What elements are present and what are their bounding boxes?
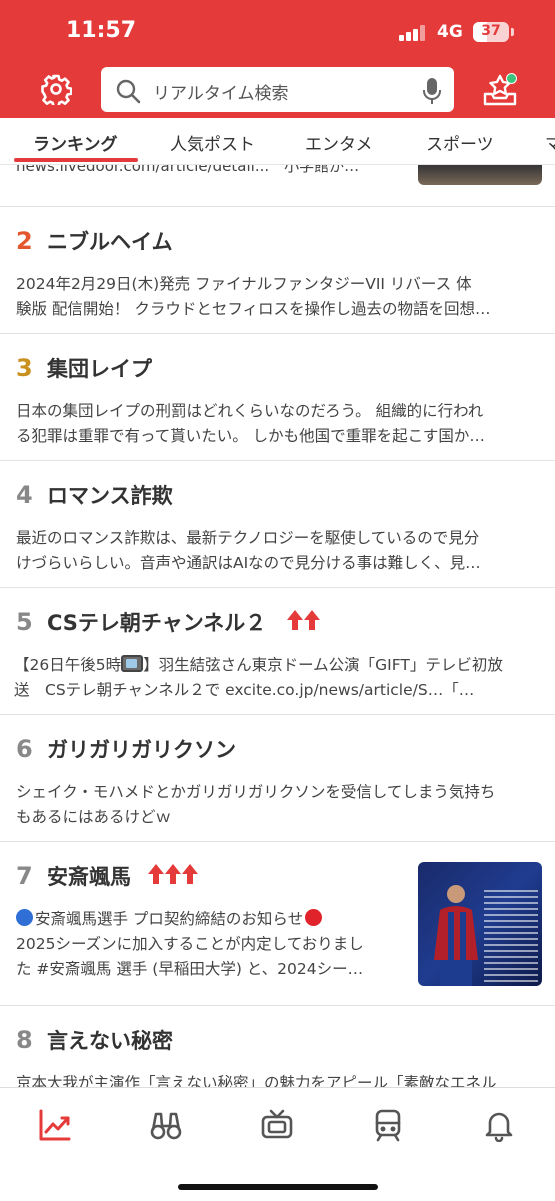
trend-title: ニブルヘイム (47, 230, 173, 254)
item-snippet: シェイク・モハメドとかガリガリガリクソンを受信してしまう気持ち もあるにはあるけ… (16, 783, 496, 826)
item-snippet: 2024年2月29日(木)発売 ファイナルファンタジーVII リバース 体 験版… (16, 275, 491, 318)
active-tab-indicator (14, 158, 138, 162)
list-item[interactable]: 3 集団レイプ 日本の集団レイプの刑罰はどれくらいなのだろう。 組織的に行われ … (0, 334, 555, 461)
thumbnail-image (418, 862, 542, 986)
binoculars-icon[interactable] (149, 1108, 183, 1142)
trend-title: 言えない秘密 (47, 1029, 173, 1053)
list-item[interactable]: news.livedoor.com/article/detail... 小学館が… (0, 165, 555, 207)
item-snippet: 最近のロマンス詐欺は、最新テクノロジーを駆使しているので見分 けづらいらしい。音… (16, 529, 481, 572)
tab-entertainment[interactable]: エンタメ (305, 130, 373, 155)
tab-sports[interactable]: スポーツ (426, 130, 494, 155)
list-item[interactable]: 6 ガリガリガリクソン シェイク・モハメドとかガリガリガリクソンを受信してしまう… (0, 715, 555, 842)
player-figure (434, 885, 478, 986)
blue-circle-icon (16, 909, 33, 926)
search-input[interactable]: リアルタイム検索 (153, 79, 289, 104)
network-type: 4G (437, 22, 463, 42)
battery-icon: 37 (473, 22, 509, 42)
rank-number: 7 (16, 862, 33, 890)
list-item[interactable]: 5 CSテレ朝チャンネル２ 【26日午後5時 】羽生結弦さん東京ドーム公演「GIF… (0, 588, 555, 715)
rank-number: 4 (16, 481, 33, 509)
rank-number: 8 (16, 1026, 33, 1054)
tab-ranking[interactable]: ランキング (33, 130, 118, 155)
search-bar[interactable]: リアルタイム検索 (101, 67, 454, 112)
trending-icon[interactable] (38, 1108, 72, 1142)
ranking-feed: news.livedoor.com/article/detail... 小学館が… (0, 165, 555, 1087)
tab-more[interactable]: マ (545, 130, 555, 155)
microphone-icon[interactable] (421, 77, 443, 105)
trend-title: CSテレ朝チャンネル２ (47, 611, 267, 635)
tab-popular-posts[interactable]: 人気ポスト (170, 130, 255, 155)
rank-number: 6 (16, 735, 33, 763)
tv-icon[interactable] (260, 1108, 294, 1142)
item-snippet: 日本の集団レイプの刑罰はどれくらいなのだろう。 組織的に行われ る犯罪は重罪で有… (16, 402, 485, 445)
rank-number: 2 (16, 227, 33, 255)
list-item[interactable]: 4 ロマンス詐欺 最近のロマンス詐欺は、最新テクノロジーを駆使しているので見分 … (0, 461, 555, 588)
trend-title: ロマンス詐欺 (47, 484, 173, 508)
search-icon (116, 79, 141, 104)
photo-caption-text (484, 890, 538, 982)
status-time: 11:57 (66, 18, 137, 43)
thumbnail-image (418, 165, 542, 185)
notification-dot (506, 73, 517, 84)
list-item[interactable]: 8 言えない秘密 京本大我が主演作「言えない秘密」の魅力をアピール「素敵なエネル (0, 1006, 555, 1087)
tv-emoji-icon (121, 655, 144, 672)
trend-up-icon (148, 864, 198, 884)
signal-icon (399, 25, 427, 41)
list-item[interactable]: 7 安斎颯馬 安斎颯馬選手 プロ契約締結のお知らせ 2025シーズンに加入するこ… (0, 842, 555, 1006)
rank-number: 5 (16, 608, 33, 636)
battery-level: 37 (481, 23, 501, 39)
trend-up-icon (287, 610, 320, 630)
trend-title: 集団レイプ (47, 357, 152, 381)
train-icon[interactable] (371, 1108, 405, 1142)
item-snippet: 【26日午後5時 】羽生結弦さん東京ドーム公演「GIFT」テレビ初放 送 CSテレ… (14, 655, 503, 699)
item-snippet: 安斎颯馬選手 プロ契約締結のお知らせ 2025シーズンに加入することが内定してお… (16, 909, 364, 978)
item-snippet: news.livedoor.com/article/detail... 小学館が… (16, 165, 360, 175)
trend-title: ガリガリガリクソン (47, 738, 236, 762)
red-circle-icon (305, 909, 323, 926)
list-item[interactable]: 2 ニブルヘイム 2024年2月29日(木)発売 ファイナルファンタジーVII … (0, 207, 555, 334)
item-snippet: 京本大我が主演作「言えない秘密」の魅力をアピール「素敵なエネル (16, 1074, 497, 1087)
bell-icon[interactable] (482, 1108, 516, 1142)
bottom-navigation (0, 1087, 555, 1201)
battery-tip (511, 28, 514, 36)
category-tabs: ランキング 人気ポスト エンタメ スポーツ マ (0, 118, 555, 165)
app-header: 11:57 4G 37 リアルタイム検索 (0, 0, 555, 118)
home-indicator (178, 1184, 378, 1190)
gear-icon[interactable] (40, 73, 72, 105)
trend-title: 安斎颯馬 (47, 865, 131, 889)
rank-number: 3 (16, 354, 33, 382)
